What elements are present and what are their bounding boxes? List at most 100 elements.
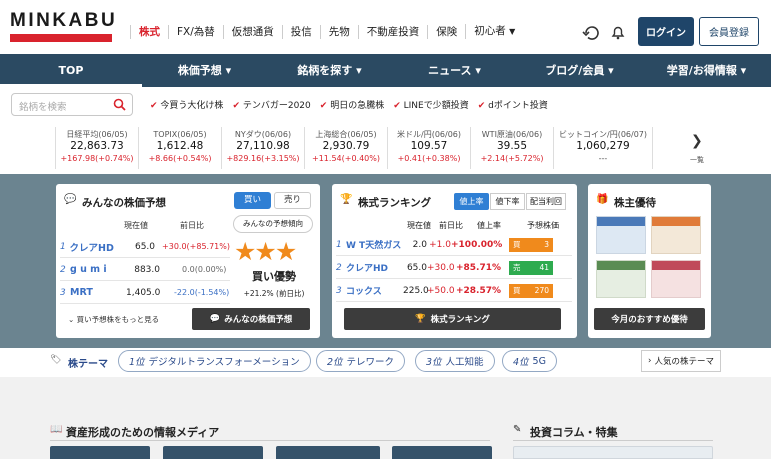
table-row[interactable]: 2g u m i 883.0 0.0(0.00%) bbox=[60, 259, 230, 281]
ticker-item[interactable]: ビットコイン/円(06/07) 1,060,279 --- bbox=[553, 127, 653, 169]
tag-link[interactable]: ✔ 明日の急騰株 bbox=[320, 98, 384, 111]
table-row[interactable]: 1 クレアHD 65.0 +30.0(+85.71%) bbox=[60, 236, 230, 258]
rating-stars: ★★★ bbox=[234, 237, 297, 266]
topnav-futures[interactable]: 先物 bbox=[319, 24, 358, 39]
check-icon: ✔ bbox=[477, 101, 486, 111]
tag-icon: 🏷 bbox=[50, 355, 62, 365]
media-card[interactable] bbox=[163, 446, 263, 459]
forecast-button[interactable]: 💬 みんなの株価予想 bbox=[192, 308, 310, 330]
ticker-item[interactable]: 日経平均(06/05) 22,863.73 +167.98(+0.74%) bbox=[55, 127, 138, 169]
ranking-card: 🏆 株式ランキング 値上率 値下率 配当利回 現在値 前日比 値上率 予想株価 … bbox=[332, 184, 577, 338]
chat-icon: 💬 bbox=[209, 314, 221, 324]
col-forecast: 予想株価 bbox=[527, 221, 559, 230]
yutai-thumbnail[interactable] bbox=[596, 216, 646, 254]
site-header: MINKABU 株式 FX/為替 仮想通貨 投信 先物 不動産投資 保険 初心者… bbox=[0, 0, 771, 54]
popular-themes-link[interactable]: › 人気の株テーマ bbox=[641, 350, 721, 372]
topnav-beginner[interactable]: 初心者 ▼ bbox=[465, 24, 523, 39]
tab-sell[interactable]: 売り bbox=[274, 192, 311, 209]
yutai-card: 🎁 株主優待 今月のおすすめ優待 bbox=[588, 184, 711, 338]
nav-learning[interactable]: 学習/お得情報 ▾ bbox=[642, 54, 771, 87]
tab-losers[interactable]: 値下率 bbox=[490, 193, 525, 210]
check-icon: ✔ bbox=[393, 101, 401, 111]
table-row[interactable]: 3 MRT 1,405.0 -22.0(-1.54%) bbox=[60, 282, 230, 304]
theme-pill[interactable]: 1位 デジタルトランスフォーメーション bbox=[118, 350, 311, 372]
table-row[interactable]: 3 コックス 225.0 +50.0 +28.57% 買 270 bbox=[336, 280, 572, 302]
media-card[interactable] bbox=[392, 446, 492, 459]
divider bbox=[50, 440, 490, 441]
market-ticker: 日経平均(06/05) 22,863.73 +167.98(+0.74%) TOPI… bbox=[55, 127, 653, 169]
forecast-badge: 売 41 bbox=[509, 260, 553, 275]
history-icon[interactable] bbox=[582, 24, 602, 42]
ranking-button[interactable]: 🏆 株式ランキング bbox=[344, 308, 561, 330]
table-row[interactable]: 1W T天然ガス 2.0 +1.0 +100.00% 買3 bbox=[336, 234, 572, 256]
nav-news[interactable]: ニュース ▾ bbox=[392, 54, 517, 87]
ticker-item[interactable]: TOPIX(06/05) 1,612.48 +8.66(+0.54%) bbox=[138, 127, 221, 169]
register-button[interactable]: 会員登録 bbox=[699, 17, 759, 46]
chat-icon: 💬 bbox=[64, 194, 77, 205]
theme-pill[interactable]: 4位 5G bbox=[502, 350, 557, 372]
theme-pill[interactable]: 3位 人工知能 bbox=[415, 350, 495, 372]
yutai-thumbnail[interactable] bbox=[651, 216, 701, 254]
ticker-item[interactable]: 米ドル/円(06/06) 109.57 +0.41(+0.38%) bbox=[387, 127, 470, 169]
yutai-title: 株主優待 bbox=[614, 197, 656, 209]
column-title: 投資コラム・特集 bbox=[530, 426, 618, 439]
nav-blog[interactable]: ブログ/会員 ▾ bbox=[517, 54, 642, 87]
forecast-title: みんなの株価予想 bbox=[82, 197, 166, 209]
chevron-right-icon[interactable]: ❯ bbox=[691, 133, 703, 149]
topnav-realestate[interactable]: 不動産投資 bbox=[357, 24, 428, 39]
tag-link[interactable]: ✔ 今買う大化け株 bbox=[150, 98, 223, 111]
trophy-icon: 🏆 bbox=[415, 314, 426, 324]
theme-pill[interactable]: 2位 テレワーク bbox=[316, 350, 406, 372]
theme-label: 株テーマ bbox=[68, 359, 108, 370]
ticker-item[interactable]: 上海総合(06/05) 2,930.79 +11.54(+0.40%) bbox=[304, 127, 387, 169]
tag-link[interactable]: ✔ dポイント投資 bbox=[478, 98, 548, 111]
pen-icon: ✎ bbox=[513, 424, 522, 435]
book-icon: 📖 bbox=[50, 424, 63, 435]
hot-tags: ✔ 今買う大化け株 ✔ テンバガー2020 ✔ 明日の急騰株 ✔ LINEで少額… bbox=[150, 98, 557, 111]
more-forecast-link[interactable]: ⌄ 買い予想株をもっと見る bbox=[68, 314, 159, 325]
stock-search-input[interactable]: 銘柄を検索 bbox=[11, 93, 133, 116]
topnav-fx[interactable]: FX/為替 bbox=[168, 24, 223, 39]
divider bbox=[513, 440, 713, 441]
topnav-funds[interactable]: 投信 bbox=[281, 24, 320, 39]
yutai-thumbnail[interactable] bbox=[651, 260, 701, 298]
topnav-crypto[interactable]: 仮想通貨 bbox=[222, 24, 282, 39]
col-price: 現在値 bbox=[407, 221, 431, 230]
tag-link[interactable]: ✔ LINEで少額投資 bbox=[393, 98, 469, 111]
forecast-card: 💬 みんなの株価予想 買い 売り 現在値 前日比 みんなの予想傾向 1 クレアHD… bbox=[56, 184, 320, 338]
bell-icon[interactable] bbox=[611, 24, 625, 40]
tab-buy[interactable]: 買い bbox=[234, 192, 271, 209]
yutai-button[interactable]: 今月のおすすめ優待 bbox=[594, 308, 705, 330]
forecast-badge: 買3 bbox=[509, 237, 553, 252]
media-card[interactable] bbox=[276, 446, 380, 459]
forecast-badge: 買 270 bbox=[509, 283, 553, 298]
ticker-item[interactable]: NYダウ(06/06) 27,110.98 +829.16(+3.15%) bbox=[221, 127, 304, 169]
tab-dividend[interactable]: 配当利回 bbox=[526, 193, 566, 210]
topnav-insurance[interactable]: 保険 bbox=[427, 24, 465, 39]
yutai-thumbnail[interactable] bbox=[596, 260, 646, 298]
login-button[interactable]: ログイン bbox=[638, 17, 694, 46]
nav-search-stocks[interactable]: 銘柄を探す ▾ bbox=[267, 54, 392, 87]
check-icon: ✔ bbox=[232, 101, 240, 111]
site-logo[interactable]: MINKABU bbox=[10, 11, 115, 42]
tab-gainers[interactable]: 値上率 bbox=[454, 193, 489, 210]
col-change: 前日比 bbox=[180, 221, 204, 230]
col-price: 現在値 bbox=[124, 221, 148, 230]
nav-forecast[interactable]: 株価予想 ▾ bbox=[142, 54, 267, 87]
ticker-list-link[interactable]: 一覧 bbox=[690, 155, 704, 165]
trend-label: みんなの予想傾向 bbox=[233, 215, 313, 233]
search-icon[interactable] bbox=[113, 98, 126, 111]
check-icon: ✔ bbox=[319, 101, 328, 111]
table-row[interactable]: 2 クレアHD 65.0 +30.0 +85.71% 売 41 bbox=[336, 257, 572, 279]
ranking-title: 株式ランキング bbox=[358, 197, 432, 209]
nav-top[interactable]: TOP bbox=[0, 54, 142, 87]
column-card[interactable] bbox=[513, 446, 713, 459]
media-title: 資産形成のための情報メディア bbox=[66, 426, 220, 439]
ticker-item[interactable]: WTI原油(06/06) 39.55 +2.14(+5.72%) bbox=[470, 127, 553, 169]
check-icon: ✔ bbox=[150, 101, 158, 111]
topnav-stocks[interactable]: 株式 bbox=[130, 24, 168, 39]
tag-link[interactable]: ✔ テンバガー2020 bbox=[232, 98, 310, 111]
media-card[interactable] bbox=[50, 446, 150, 459]
top-nav: 株式 FX/為替 仮想通貨 投信 先物 不動産投資 保険 初心者 ▼ bbox=[130, 24, 523, 39]
verdict-change: +21.2% (前日比) bbox=[243, 289, 305, 298]
